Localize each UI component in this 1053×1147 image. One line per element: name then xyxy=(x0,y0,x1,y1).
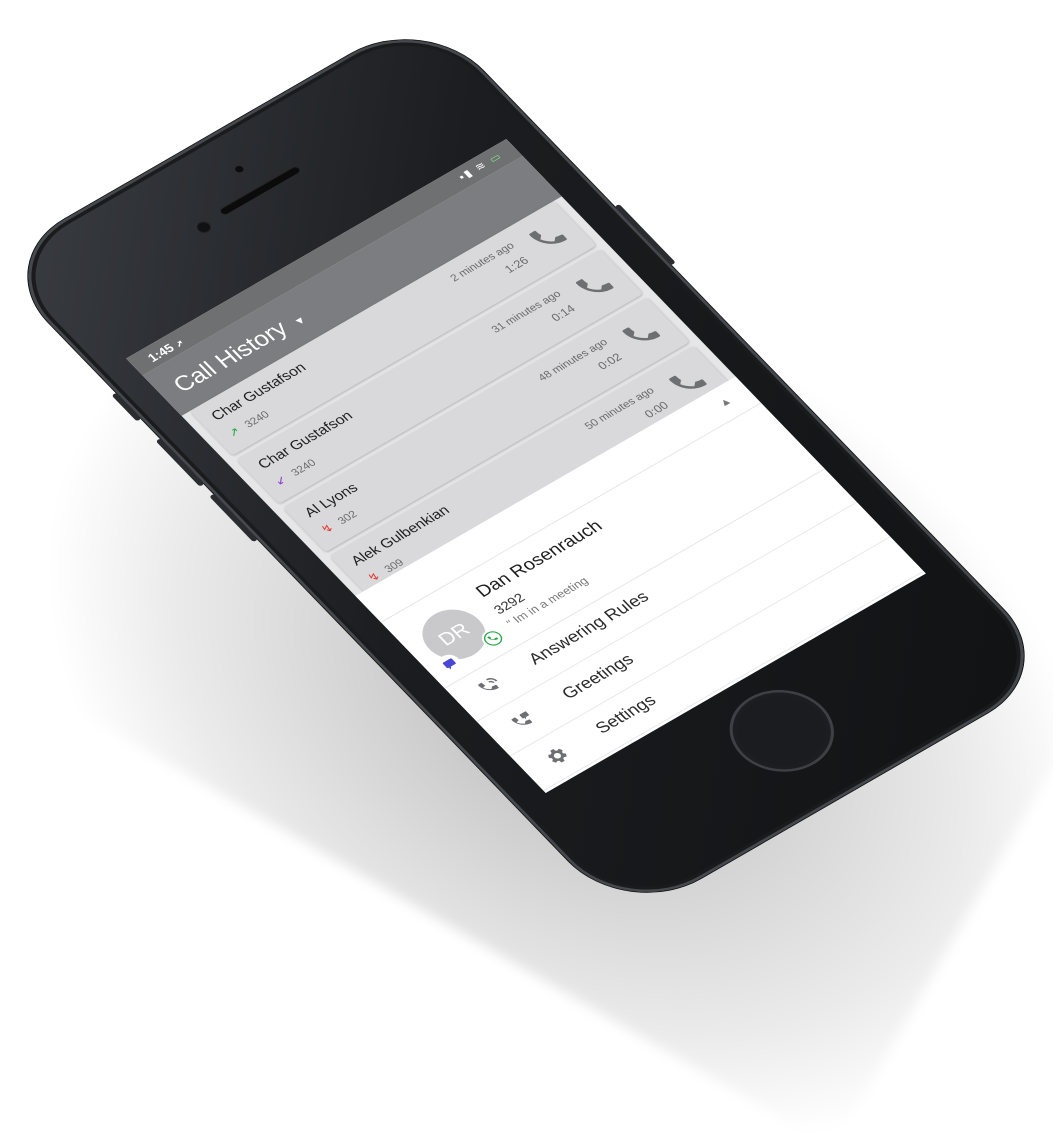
profile-name: Dan Rosenrauch xyxy=(471,516,607,602)
phone-icon[interactable] xyxy=(615,313,667,353)
proximity-sensor xyxy=(233,164,246,174)
call-extension: 302 xyxy=(334,508,360,527)
call-duration: 0:02 xyxy=(594,350,625,373)
power-button xyxy=(614,203,676,266)
chevron-down-icon: ▾ xyxy=(291,313,308,328)
front-camera xyxy=(193,219,214,236)
call-extension: 3240 xyxy=(241,408,272,431)
call-duration: 1:26 xyxy=(501,253,532,276)
earpiece-speaker xyxy=(218,165,302,216)
greetings-icon xyxy=(511,711,533,725)
incoming-call-icon: ↙ xyxy=(271,472,290,488)
answering-rules-icon xyxy=(478,678,499,691)
gear-icon xyxy=(548,748,567,763)
home-button[interactable] xyxy=(708,673,855,788)
outgoing-call-icon: ↗ xyxy=(224,424,244,440)
battery-icon: ▭ xyxy=(485,149,506,166)
call-duration: 0:14 xyxy=(548,302,579,324)
call-extension: 3240 xyxy=(288,456,319,479)
phone-icon[interactable] xyxy=(522,217,574,257)
phone-icon[interactable] xyxy=(569,265,621,305)
location-icon: ➚ xyxy=(173,338,187,350)
chevron-up-icon[interactable]: ▲ xyxy=(716,395,734,410)
wifi-icon: ≋ xyxy=(471,158,491,174)
missed-call-icon: ↯ xyxy=(318,521,337,536)
signal-icon: ▪▮ xyxy=(455,166,477,183)
